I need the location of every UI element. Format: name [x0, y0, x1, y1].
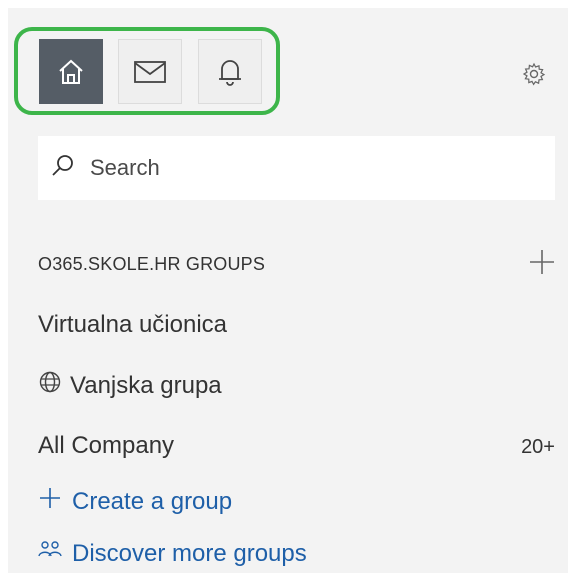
- bell-icon: [216, 56, 244, 88]
- create-group-link[interactable]: Create a group: [38, 486, 232, 517]
- create-group-label: Create a group: [72, 487, 233, 515]
- people-icon: [38, 539, 72, 568]
- home-icon: [56, 57, 86, 87]
- search-box[interactable]: [38, 136, 555, 200]
- tab-home[interactable]: [39, 39, 103, 104]
- tab-mail[interactable]: [118, 39, 182, 104]
- group-label: Vanjska grupa: [70, 371, 222, 399]
- gear-icon[interactable]: [522, 62, 546, 91]
- groups-section-title: O365.SKOLE.HR GROUPS: [38, 254, 266, 274]
- group-item-virtualna-ucionica[interactable]: Virtualna učionica: [38, 311, 227, 339]
- discover-groups-label: Discover more groups: [72, 539, 307, 567]
- group-label: All Company: [38, 432, 175, 459]
- group-item-vanjska-grupa[interactable]: Vanjska grupa: [38, 370, 222, 401]
- mail-icon: [133, 59, 167, 85]
- unread-count-badge: 20+: [521, 436, 555, 458]
- search-input[interactable]: [88, 154, 532, 182]
- tab-notifications[interactable]: [198, 39, 262, 104]
- group-label: Virtualna učionica: [38, 311, 228, 338]
- discover-groups-link[interactable]: Discover more groups: [38, 539, 307, 568]
- plus-icon: [38, 486, 72, 517]
- group-item-all-company[interactable]: All Company: [38, 432, 174, 460]
- search-icon: [50, 153, 76, 184]
- plus-icon[interactable]: [528, 248, 556, 281]
- globe-icon: [38, 370, 70, 401]
